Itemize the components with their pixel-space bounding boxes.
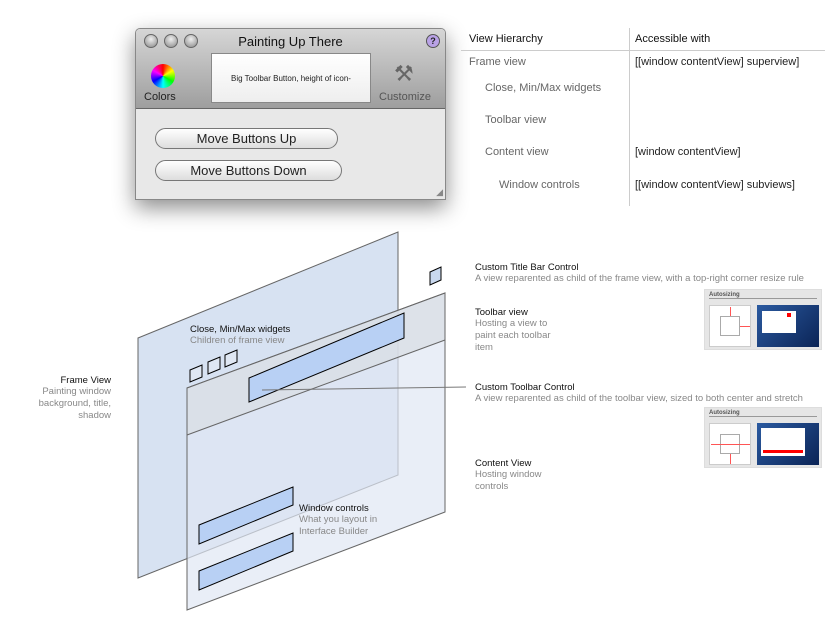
- widgets-label: Close, Min/Max widgets Children of frame…: [190, 324, 291, 346]
- window-controls-label: Window controls What you layout in Inter…: [299, 503, 378, 537]
- frame-view-label: Frame View Painting window background, t…: [38, 375, 111, 421]
- autosizing-preview: [757, 423, 819, 465]
- autosizing-springs: [709, 305, 751, 347]
- toolbar-control-label: Custom Toolbar Control A view reparented…: [475, 382, 803, 404]
- autosizing-springs: [709, 423, 751, 465]
- autosizing-panel-title-bar: Autosizing: [704, 289, 822, 350]
- autosizing-panel-toolbar: Autosizing: [704, 407, 822, 468]
- content-view-label: Content View Hosting window controls: [475, 458, 542, 492]
- title-bar-control-label: Custom Title Bar Control A view reparent…: [475, 262, 804, 284]
- autosizing-preview: [757, 305, 819, 347]
- title-bar-control-square: [429, 266, 442, 286]
- toolbar-view-label: Toolbar view Hosting a view to paint eac…: [475, 307, 551, 353]
